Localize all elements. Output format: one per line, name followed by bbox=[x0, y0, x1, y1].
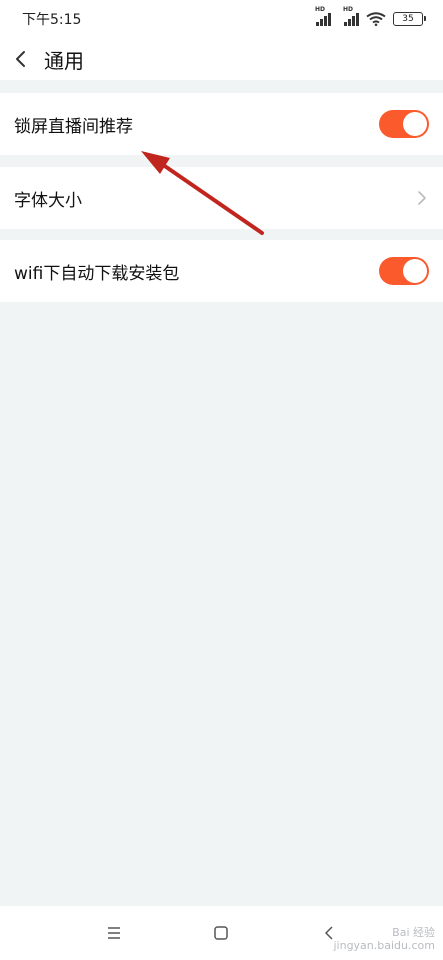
cellular-signal-icon-2: HD bbox=[343, 6, 359, 26]
watermark-url: jingyan.baidu.com bbox=[333, 938, 435, 952]
setting-label: wifi下自动下载安装包 bbox=[14, 263, 180, 284]
page-title: 通用 bbox=[44, 48, 84, 73]
setting-label: 锁屏直播间推荐 bbox=[14, 116, 133, 137]
hd-label-2: HD bbox=[343, 6, 354, 13]
setting-row-wifi-auto-download[interactable]: wifi下自动下载安装包 bbox=[0, 240, 443, 302]
back-chevron-icon bbox=[16, 51, 25, 67]
hd-label: HD bbox=[315, 6, 326, 13]
wifi-icon bbox=[366, 12, 386, 26]
watermark: Bai 经验 jingyan.baidu.com bbox=[333, 926, 435, 952]
cellular-signal-icon: HD bbox=[315, 6, 331, 26]
status-time: 下午5:15 bbox=[22, 12, 82, 28]
back-button[interactable] bbox=[0, 38, 42, 80]
status-bar: 下午5:15 HD HD 35 bbox=[0, 0, 443, 38]
home-button[interactable] bbox=[206, 918, 236, 948]
battery-icon: 35 bbox=[393, 12, 426, 26]
setting-row-lock-screen-live[interactable]: 锁屏直播间推荐 bbox=[0, 93, 443, 155]
setting-label: 字体大小 bbox=[14, 190, 82, 211]
header: 通用 bbox=[0, 38, 443, 80]
menu-button[interactable] bbox=[99, 918, 129, 948]
watermark-logo-text: Bai 经验 bbox=[392, 925, 435, 939]
menu-icon bbox=[107, 927, 120, 939]
home-square-icon bbox=[214, 926, 229, 940]
battery-level: 35 bbox=[402, 14, 414, 24]
toggle-knob bbox=[403, 259, 427, 283]
status-icons: HD HD 35 bbox=[315, 6, 426, 26]
chevron-right-icon bbox=[415, 188, 429, 208]
wifi-auto-download-toggle[interactable] bbox=[379, 257, 429, 285]
setting-row-font-size[interactable]: 字体大小 bbox=[0, 167, 443, 229]
toggle-knob bbox=[403, 112, 427, 136]
lock-screen-live-toggle[interactable] bbox=[379, 110, 429, 138]
